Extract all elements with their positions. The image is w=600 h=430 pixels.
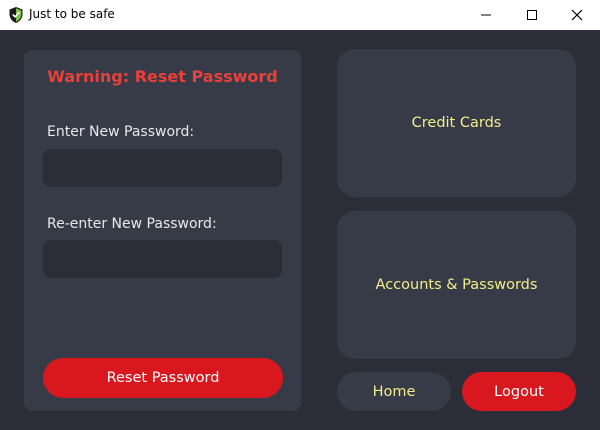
app-client-area: Warning: Reset Password Enter New Passwo… — [0, 30, 600, 430]
confirm-password-field[interactable] — [43, 240, 282, 278]
logout-button[interactable]: Logout — [462, 372, 576, 411]
new-password-label: Enter New Password: — [47, 124, 195, 140]
close-icon — [571, 6, 583, 25]
reset-password-panel: Warning: Reset Password Enter New Passwo… — [24, 50, 301, 411]
minimize-button[interactable] — [463, 0, 509, 30]
close-button[interactable] — [554, 0, 600, 30]
reset-password-button[interactable]: Reset Password — [43, 358, 283, 398]
confirm-password-label: Re-enter New Password: — [47, 216, 217, 232]
maximize-icon — [526, 6, 538, 25]
shield-check-icon — [8, 6, 24, 24]
accounts-passwords-button[interactable]: Accounts & Passwords — [337, 211, 576, 359]
maximize-button[interactable] — [509, 0, 555, 30]
new-password-field[interactable] — [43, 149, 282, 187]
minimize-icon — [480, 6, 492, 25]
window-title: Just to be safe — [29, 7, 115, 21]
home-button[interactable]: Home — [337, 372, 451, 411]
panel-title: Warning: Reset Password — [47, 67, 278, 86]
credit-cards-button[interactable]: Credit Cards — [337, 49, 576, 197]
title-bar: Just to be safe — [0, 0, 600, 30]
